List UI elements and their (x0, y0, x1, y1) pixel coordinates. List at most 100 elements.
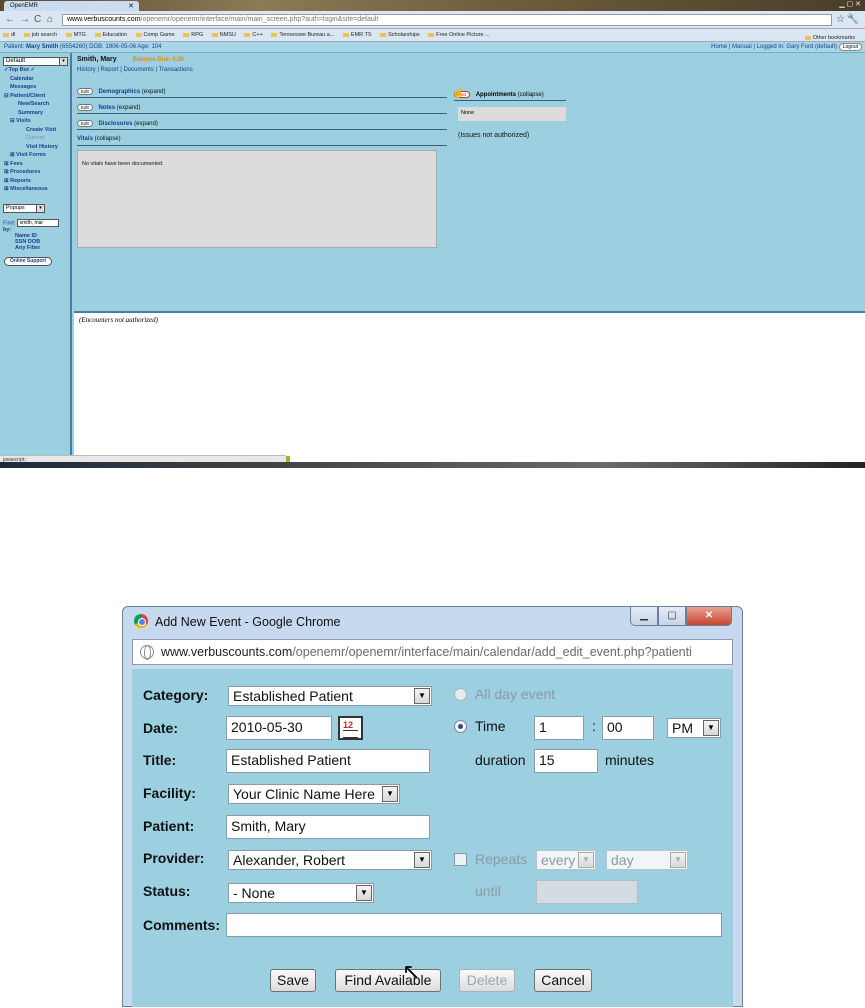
back-icon[interactable]: ← (5, 14, 15, 25)
wrench-icon[interactable]: 🔧 (847, 14, 859, 25)
nav-new-search[interactable]: New/Search (18, 100, 70, 109)
ampm-value: PM (672, 720, 693, 736)
edit-disclosures-button[interactable]: Edit (77, 120, 93, 127)
title-input[interactable]: Established Patient (226, 749, 430, 773)
chevron-down-icon: ▼ (414, 688, 430, 704)
window-controls-icon[interactable]: ▁ ▢ ✕ (839, 0, 861, 8)
minimize-icon[interactable]: ▁ (630, 607, 658, 626)
nav-visit-history[interactable]: Visit History (26, 143, 70, 152)
popups-select-value: Popups (6, 204, 25, 211)
all-day-radio[interactable] (454, 688, 467, 701)
facility-select[interactable]: Your Clinic Name Here ▼ (228, 784, 400, 804)
tab-strip: OpenEMR ✕ ▁ ▢ ✕ (0, 0, 865, 12)
nav-create-visit[interactable]: Create Visit (26, 126, 70, 135)
delete-button[interactable]: Delete (459, 969, 515, 992)
provider-select[interactable]: Alexander, Robert ▼ (228, 850, 432, 870)
bookmark-item[interactable]: Scholarships (380, 32, 420, 38)
dialog-titlebar[interactable]: Add New Event - Google Chrome ▁ ▢ ✕ (123, 607, 742, 635)
nav-current[interactable]: Current (26, 134, 70, 143)
patient-bar-label: Patient: (4, 44, 25, 50)
dialog-url-path: /openemr/openemr/interface/main/calendar… (292, 645, 692, 659)
save-button[interactable]: Save (270, 969, 316, 992)
patient-bar-name[interactable]: Mary Smith (26, 44, 58, 50)
nav-top-bot[interactable]: ✓Top Bot ✓ (4, 66, 70, 75)
bookmark-item[interactable]: EMR TS (343, 32, 372, 38)
bookmark-item[interactable]: MTG (66, 32, 86, 38)
bookmark-item[interactable]: Comp Game (136, 32, 175, 38)
status-value: - None (233, 885, 276, 901)
nav-fees[interactable]: ⊞ Fees (4, 160, 70, 169)
repeats-checkbox[interactable] (454, 853, 467, 866)
nav-visits[interactable]: ⊟ Visits (10, 117, 70, 126)
address-bar[interactable]: www.verbuscounts.com/openemr/openemr/int… (62, 14, 832, 26)
chevron-down-icon: ▾ (59, 58, 67, 65)
appointments-toggle[interactable]: (collapse) (518, 92, 544, 98)
time-radio[interactable] (454, 720, 467, 733)
find-row: Find: smith, mar (3, 218, 70, 227)
edit-notes-button[interactable]: Edit (77, 104, 93, 111)
find-by-row3[interactable]: Any Filter (15, 245, 70, 251)
home-link[interactable]: Home (711, 44, 727, 50)
bookmark-item[interactable]: Tennessee Bureau a... (271, 32, 334, 38)
manual-link[interactable]: Manual (732, 44, 752, 50)
popups-select[interactable]: Popups ▾ (3, 203, 45, 213)
find-available-button[interactable]: Find Available (335, 969, 441, 992)
forward-icon[interactable]: → (20, 14, 30, 25)
other-bookmarks[interactable]: Other bookmarks (805, 35, 855, 41)
bookmark-item[interactable]: NMSU (212, 32, 236, 38)
nav-procedures[interactable]: ⊞ Procedures (4, 168, 70, 177)
edit-demographics-button[interactable]: Edit (77, 88, 93, 95)
bookmark-item[interactable]: Education (95, 32, 127, 38)
ampm-select[interactable]: PM ▼ (667, 718, 721, 738)
find-input[interactable]: smith, mar (16, 218, 59, 227)
bookmark-item[interactable]: job search (24, 32, 57, 38)
bookmark-star-icon[interactable]: ☆ (836, 14, 845, 25)
nav-summary[interactable]: Summary (18, 109, 70, 118)
provider-label: Provider: (143, 850, 205, 866)
patient-input[interactable]: Smith, Mary (226, 815, 430, 839)
vitals-toggle[interactable]: (collapse) (95, 136, 121, 142)
bookmark-item[interactable]: dl (3, 32, 15, 38)
cancel-button[interactable]: Cancel (534, 969, 592, 992)
repeat-every-value: every (541, 852, 576, 868)
home-icon[interactable]: ⌂ (47, 14, 53, 25)
vitals-empty-text: No vitals have been documented. (82, 161, 164, 167)
nav-messages[interactable]: Messages (10, 83, 70, 92)
category-select[interactable]: Established Patient ▼ (228, 686, 432, 706)
disclosures-toggle[interactable]: (expand) (134, 121, 158, 127)
repeat-unit-value: day (611, 852, 634, 868)
bookmark-item[interactable]: RPG (183, 32, 203, 38)
close-icon[interactable]: ✕ (686, 607, 732, 626)
minute-input[interactable]: 00 (602, 716, 654, 740)
notes-title: Notes (98, 105, 116, 111)
demographics-toggle[interactable]: (expand) (142, 89, 166, 95)
event-form: Category: Established Patient ▼ All day … (132, 669, 733, 1007)
until-input[interactable] (536, 880, 638, 904)
date-input[interactable]: 2010-05-30 (226, 716, 332, 740)
logout-button[interactable]: Logout (838, 43, 862, 51)
reload-icon[interactable]: C (34, 14, 41, 25)
calendar-icon[interactable] (338, 716, 363, 740)
nav-patient-client[interactable]: ⊟ Patient/Client (4, 92, 70, 101)
facility-label: Facility: (143, 785, 196, 801)
online-support-button[interactable]: Online Support (4, 256, 52, 266)
duration-input[interactable]: 15 (534, 749, 598, 773)
repeat-every-select[interactable]: every ▼ (536, 850, 596, 870)
notes-toggle[interactable]: (expand) (117, 105, 141, 111)
chevron-down-icon: ▼ (670, 852, 686, 868)
tab-close-icon[interactable]: ✕ (128, 2, 134, 10)
patient-links[interactable]: History | Report | Documents | Transacti… (77, 67, 193, 73)
nav-miscellaneous[interactable]: ⊞ Miscellaneous (4, 185, 70, 194)
repeat-unit-select[interactable]: day ▼ (606, 850, 688, 870)
comments-input[interactable] (226, 913, 722, 937)
hour-input[interactable]: 1 (534, 716, 584, 740)
dialog-address-bar[interactable]: www.verbuscounts.com/openemr/openemr/int… (132, 639, 733, 665)
nav-calendar[interactable]: Calendar (10, 75, 70, 84)
maximize-icon[interactable]: ▢ (658, 607, 686, 626)
bookmark-item[interactable]: Free Online Picture ... (428, 32, 490, 38)
nav-reports[interactable]: ⊞ Reports (4, 177, 70, 186)
status-select[interactable]: - None ▼ (228, 883, 374, 903)
view-select[interactable]: Default ▾ (3, 57, 68, 66)
bookmark-item[interactable]: C++ (244, 32, 262, 38)
nav-visit-forms[interactable]: ⊞ Visit Forms (10, 151, 70, 160)
